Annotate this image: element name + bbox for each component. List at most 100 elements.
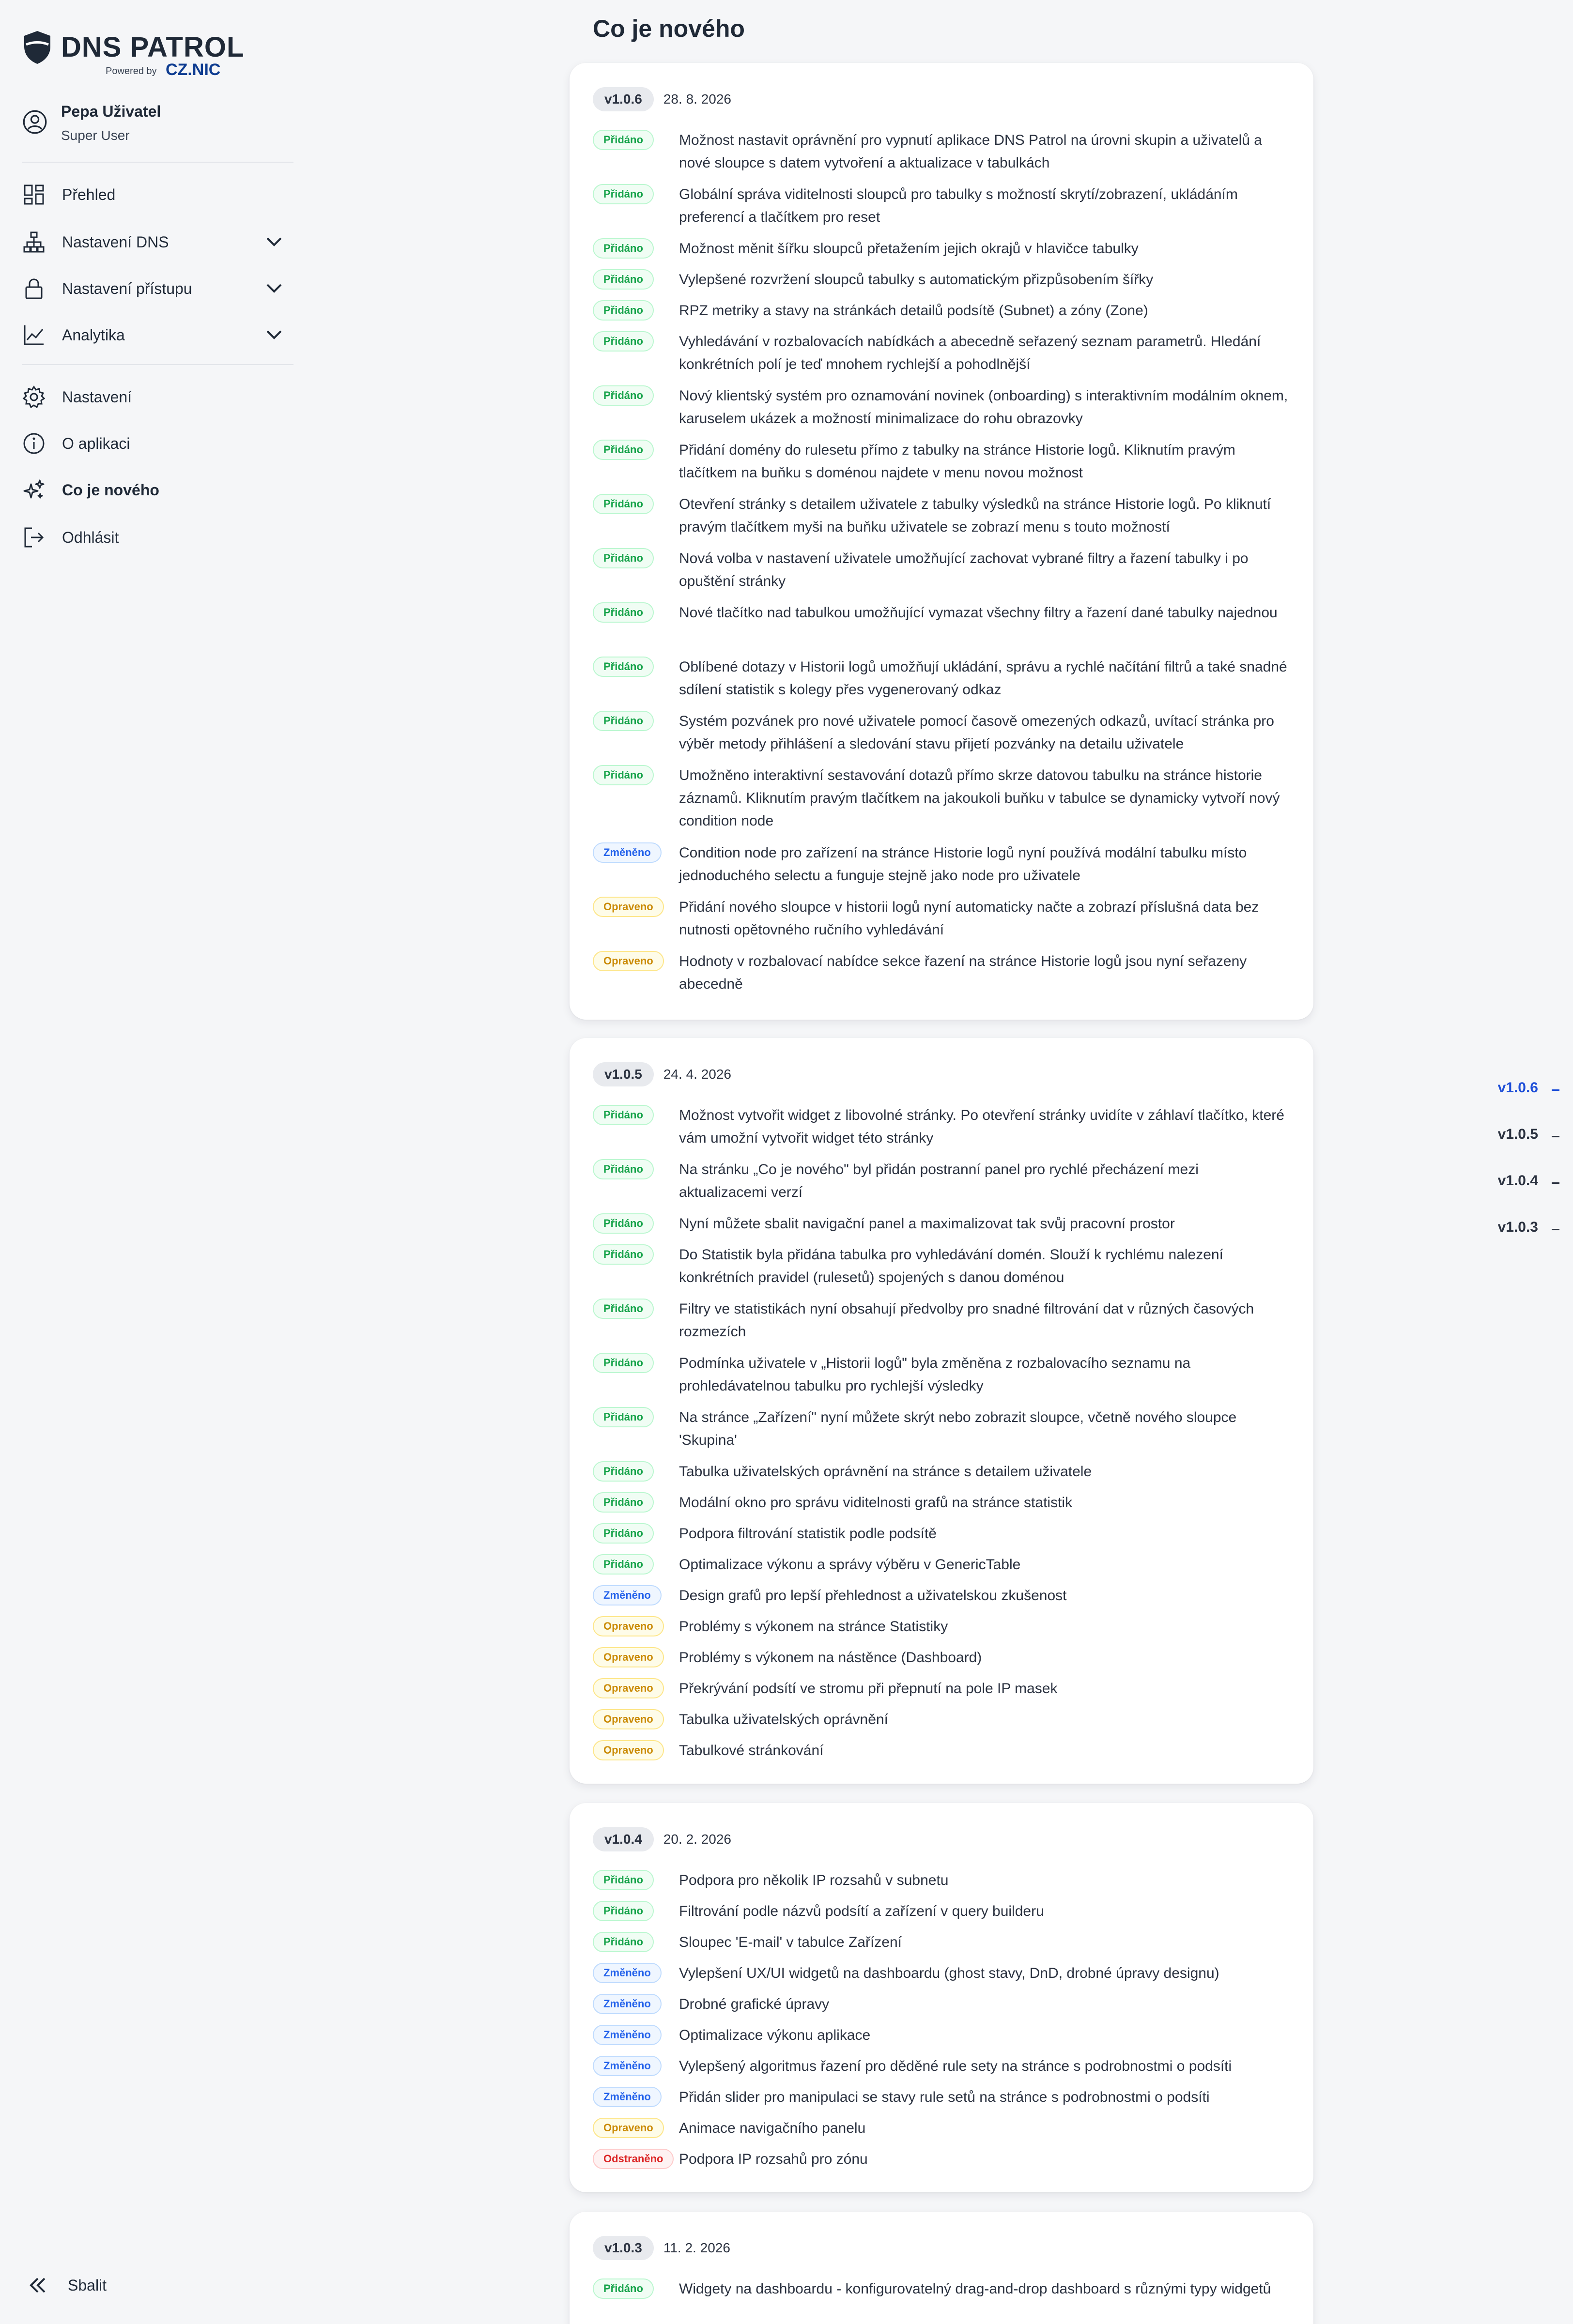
chevron-down-icon[interactable] [264,280,284,297]
info-icon [23,433,45,454]
change-type-badge: Opraveno [593,1647,664,1667]
sidebar-item-label: Přehled [62,186,116,203]
change-type-badge: Přidáno [593,1461,654,1482]
version-pill: v1.0.4 [593,1827,654,1851]
change-type-badge: Přidáno [593,657,654,677]
change-type-badge: Přidáno [593,1901,654,1921]
changelog-text: Přidán slider pro manipulaci se stavy ru… [679,2089,1210,2105]
changelog-text: Tabulka uživatelských oprávnění na strán… [679,1464,1092,1480]
change-type-badge: Opraveno [593,1616,664,1636]
change-type-badge: Opraveno [593,1678,664,1698]
sidebar-item-label: Nastavení přístupu [62,280,192,297]
sidebar-divider [22,364,293,365]
change-type-badge: Přidáno [593,548,654,568]
changelog-text: Filtry ve statistikách nyní obsahují pře… [679,1301,1254,1340]
rail-item-v1-0-6[interactable]: v1.0.6 [1498,1080,1559,1109]
page-title: Co je nového [593,15,745,42]
double-chevron-left-icon [30,2278,46,2293]
change-type-badge: Odstraněno [593,2149,674,2169]
sidebar-item-overview[interactable]: Přehled [22,177,293,211]
sidebar-item-dns-settings[interactable]: Nastavení DNS [22,225,293,259]
chevron-down-icon[interactable] [264,326,284,344]
release-header: v1.0.5 24. 4. 2026 [593,1062,731,1086]
release-card-v1-0-4: v1.0.4 20. 2. 2026 Přidáno Podpora pro něk… [570,1803,1313,2192]
sidebar-item-whats-new[interactable]: Co je nového [22,473,293,506]
changelog-text: Problémy s výkonem na stránce Statistiky [679,1619,948,1635]
user-name: Pepa Uživatel [61,103,161,120]
sidebar-item-analytics[interactable]: Analytika [22,318,293,352]
shield-logo-icon [24,31,50,64]
grid-icon [24,184,44,205]
chart-line-icon [24,325,44,345]
change-type-badge: Přidáno [593,1554,654,1575]
changelog-text: Nová volba v nastavení uživatele umožňuj… [679,550,1249,589]
changelog-text: Systém pozvánek pro nové uživatele pomoc… [679,713,1274,752]
changelog-text: Oblíbené dotazy v Historii logů umožňují… [679,659,1287,698]
gear-icon [22,385,46,409]
change-type-badge: Přidáno [593,602,654,623]
sidebar-item-label: Odhlásit [62,529,119,546]
change-type-badge: Změněno [593,1994,662,2014]
change-type-badge: Změněno [593,2087,662,2107]
sparkles-icon [23,479,45,499]
changelog-text: Přidání domény do rulesetu přímo z tabul… [679,442,1235,481]
changelog-text: Vylepšené rozvržení sloupců tabulky s au… [679,272,1154,288]
change-type-badge: Přidáno [593,1932,654,1952]
changelog-text: Možnost měnit šířku sloupců přetažením j… [679,241,1139,257]
collapse-sidebar-button[interactable]: Sbalit [27,2271,172,2300]
change-type-badge: Změněno [593,2025,662,2045]
change-type-badge: Přidáno [593,184,654,204]
changelog-text: Tabulkové stránkování [679,1743,824,1758]
release-card-v1-0-3: v1.0.3 11. 2. 2026 Přidáno Widgety na dash… [570,2212,1313,2324]
collapse-label: Sbalit [68,2277,107,2294]
changelog-text: Tabulka uživatelských oprávnění [679,1712,888,1728]
change-type-badge: Přidáno [593,1213,654,1234]
logout-icon [24,527,44,548]
sidebar-item-about[interactable]: O aplikaci [22,426,293,460]
change-type-badge: Změněno [593,1963,662,1983]
change-type-badge: Přidáno [593,1159,654,1179]
sidebar-item-label: O aplikaci [62,435,130,452]
change-type-badge: Přidáno [593,1353,654,1373]
change-type-badge: Přidáno [593,130,654,150]
sidebar-item-logout[interactable]: Odhlásit [22,520,293,554]
version-pill: v1.0.5 [593,1062,654,1086]
changelog-text: Podpora pro několik IP rozsahů v subnetu [679,1872,949,1888]
changelog-text: Nový klientský systém pro oznamování nov… [679,388,1288,427]
changelog-text: Filtrování podle názvů podsítí a zařízen… [679,1903,1044,1919]
user-profile[interactable]: Pepa Uživatel Super User [22,100,293,148]
changelog-text: Vyhledávání v rozbalovacích nabídkách a … [679,334,1261,372]
changelog-text: Možnost vytvořit widget z libovolné strá… [679,1107,1284,1146]
sidebar-item-access-settings[interactable]: Nastavení přístupu [22,271,293,305]
rail-dash [1552,1229,1559,1231]
rail-item-v1-0-4[interactable]: v1.0.4 [1498,1173,1559,1202]
release-date: 20. 2. 2026 [663,1832,731,1847]
changelog-text: Modální okno pro správu viditelnosti gra… [679,1495,1073,1511]
release-date: 28. 8. 2026 [663,92,731,107]
change-type-badge: Přidáno [593,711,654,731]
sidebar-item-settings[interactable]: Nastavení [22,380,293,413]
sidebar-item-label: Nastavení [62,388,132,406]
changelog-text: Hodnoty v rozbalovací nabídce sekce řaze… [679,953,1247,992]
user-role: Super User [61,128,130,143]
rail-item-v1-0-5[interactable]: v1.0.5 [1498,1126,1559,1155]
change-type-badge: Změněno [593,842,662,863]
rail-item-v1-0-3[interactable]: v1.0.3 [1498,1219,1559,1248]
release-header: v1.0.6 28. 8. 2026 [593,87,731,111]
rail-dash [1552,1136,1559,1138]
powered-by-label: Powered by [106,66,157,76]
changelog-text: Na stránce „Zařízení" nyní můžete skrýt … [679,1409,1237,1448]
version-pill: v1.0.6 [593,87,654,111]
sidebar-item-label: Nastavení DNS [62,233,169,251]
change-type-badge: Opraveno [593,2118,664,2138]
release-card-v1-0-5: v1.0.5 24. 4. 2026 Přidáno Možnost vytvoři… [570,1038,1313,1784]
app-logo[interactable]: DNS PATROL Powered by CZ.NIC [22,29,244,82]
main-content: Co je nového v1.0.6 28. 8. 2026 Přidáno Mo… [570,0,1313,2324]
changelog-text: Nové tlačítko nad tabulkou umožňující vy… [679,605,1278,621]
release-header: v1.0.4 20. 2. 2026 [593,1827,731,1851]
chevron-down-icon[interactable] [264,233,284,251]
changelog-text: Condition node pro zařízení na stránce H… [679,845,1247,884]
lock-icon [25,278,43,299]
rail-item-label: v1.0.5 [1497,1126,1538,1142]
version-rail: v1.0.6 v1.0.5 v1.0.4 v1.0.3 [1424,1075,1559,1269]
